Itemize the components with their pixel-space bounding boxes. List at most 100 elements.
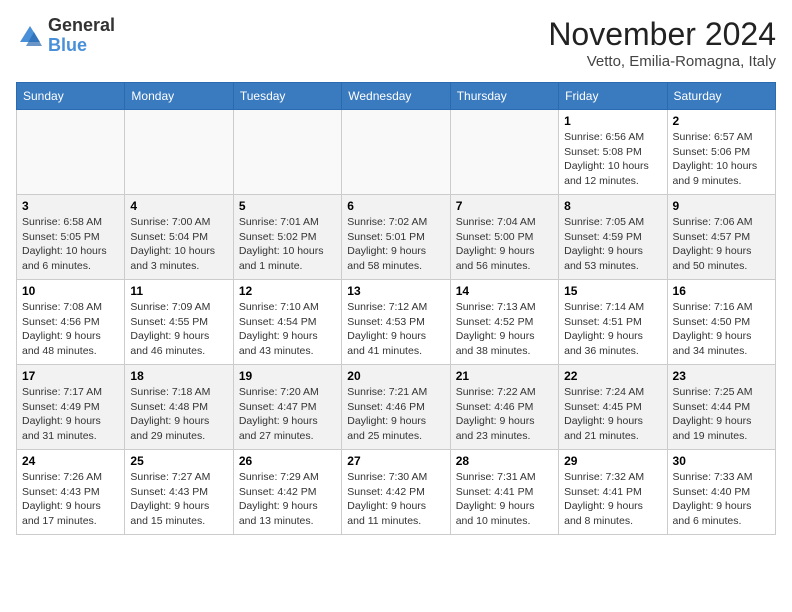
day-info: Sunrise: 7:25 AMSunset: 4:44 PMDaylight:…	[673, 385, 770, 444]
day-info: Sunrise: 7:09 AMSunset: 4:55 PMDaylight:…	[130, 300, 227, 359]
calendar-cell: 15 Sunrise: 7:14 AMSunset: 4:51 PMDayligh…	[559, 280, 667, 365]
day-number: 4	[130, 199, 227, 213]
day-number: 15	[564, 284, 661, 298]
day-info: Sunrise: 7:06 AMSunset: 4:57 PMDaylight:…	[673, 215, 770, 274]
day-info: Sunrise: 7:10 AMSunset: 4:54 PMDaylight:…	[239, 300, 336, 359]
day-number: 29	[564, 454, 661, 468]
day-number: 21	[456, 369, 553, 383]
calendar-cell: 4 Sunrise: 7:00 AMSunset: 5:04 PMDaylight…	[125, 195, 233, 280]
day-number: 23	[673, 369, 770, 383]
day-info: Sunrise: 7:24 AMSunset: 4:45 PMDaylight:…	[564, 385, 661, 444]
calendar-cell: 26 Sunrise: 7:29 AMSunset: 4:42 PMDayligh…	[233, 450, 341, 535]
weekday-header: Wednesday	[342, 83, 450, 110]
calendar-cell	[342, 110, 450, 195]
day-number: 12	[239, 284, 336, 298]
calendar-cell: 27Sunrise: 7:30 AMSunset: 4:42 PMDayligh…	[342, 450, 450, 535]
calendar-cell: 2Sunrise: 6:57 AMSunset: 5:06 PMDaylight…	[667, 110, 775, 195]
logo-icon	[16, 22, 44, 50]
day-number: 2	[673, 114, 770, 128]
day-number: 25	[130, 454, 227, 468]
day-number: 18	[130, 369, 227, 383]
day-info: Sunrise: 7:32 AMSunset: 4:41 PMDaylight:…	[564, 470, 661, 529]
day-number: 13	[347, 284, 444, 298]
calendar-cell: 23 Sunrise: 7:25 AMSunset: 4:44 PMDayligh…	[667, 365, 775, 450]
day-number: 3	[22, 199, 119, 213]
day-info: Sunrise: 7:13 AMSunset: 4:52 PMDaylight:…	[456, 300, 553, 359]
day-info: Sunrise: 6:58 AMSunset: 5:05 PMDaylight:…	[22, 215, 119, 274]
calendar-table: SundayMondayTuesdayWednesdayThursdayFrid…	[16, 82, 776, 535]
calendar-cell: 29 Sunrise: 7:32 AMSunset: 4:41 PMDayligh…	[559, 450, 667, 535]
day-info: Sunrise: 7:02 AMSunset: 5:01 PMDaylight:…	[347, 215, 444, 274]
day-number: 7	[456, 199, 553, 213]
day-info: Sunrise: 7:27 AMSunset: 4:43 PMDaylight:…	[130, 470, 227, 529]
title-block: November 2024 Vetto, Emilia-Romagna, Ita…	[548, 16, 776, 70]
day-number: 10	[22, 284, 119, 298]
calendar-cell: 10 Sunrise: 7:08 AMSunset: 4:56 PMDayligh…	[17, 280, 125, 365]
calendar-cell: 14 Sunrise: 7:13 AMSunset: 4:52 PMDayligh…	[450, 280, 558, 365]
day-info: Sunrise: 7:22 AMSunset: 4:46 PMDaylight:…	[456, 385, 553, 444]
calendar-cell: 12 Sunrise: 7:10 AMSunset: 4:54 PMDayligh…	[233, 280, 341, 365]
day-number: 19	[239, 369, 336, 383]
calendar-week-row: 3 Sunrise: 6:58 AMSunset: 5:05 PMDaylight…	[17, 195, 776, 280]
calendar-cell: 8Sunrise: 7:05 AMSunset: 4:59 PMDaylight…	[559, 195, 667, 280]
calendar-cell: 22 Sunrise: 7:24 AMSunset: 4:45 PMDayligh…	[559, 365, 667, 450]
weekday-header: Friday	[559, 83, 667, 110]
location: Vetto, Emilia-Romagna, Italy	[548, 53, 776, 70]
calendar-cell: 16 Sunrise: 7:16 AMSunset: 4:50 PMDayligh…	[667, 280, 775, 365]
calendar-cell: 18Sunrise: 7:18 AMSunset: 4:48 PMDayligh…	[125, 365, 233, 450]
day-number: 5	[239, 199, 336, 213]
day-info: Sunrise: 7:17 AMSunset: 4:49 PMDaylight:…	[22, 385, 119, 444]
calendar-cell: 3 Sunrise: 6:58 AMSunset: 5:05 PMDaylight…	[17, 195, 125, 280]
day-info: Sunrise: 7:00 AMSunset: 5:04 PMDaylight:…	[130, 215, 227, 274]
day-number: 14	[456, 284, 553, 298]
weekday-header: Monday	[125, 83, 233, 110]
weekday-header: Sunday	[17, 83, 125, 110]
day-info: Sunrise: 7:01 AMSunset: 5:02 PMDaylight:…	[239, 215, 336, 274]
day-info: Sunrise: 7:14 AMSunset: 4:51 PMDaylight:…	[564, 300, 661, 359]
day-info: Sunrise: 7:31 AMSunset: 4:41 PMDaylight:…	[456, 470, 553, 529]
weekday-header: Tuesday	[233, 83, 341, 110]
calendar-cell: 24 Sunrise: 7:26 AMSunset: 4:43 PMDayligh…	[17, 450, 125, 535]
logo-text: General Blue	[48, 16, 115, 56]
day-number: 30	[673, 454, 770, 468]
month-title: November 2024	[548, 16, 776, 53]
day-info: Sunrise: 7:33 AMSunset: 4:40 PMDaylight:…	[673, 470, 770, 529]
weekday-header: Saturday	[667, 83, 775, 110]
day-number: 28	[456, 454, 553, 468]
day-info: Sunrise: 6:56 AMSunset: 5:08 PMDaylight:…	[564, 130, 661, 189]
page-header: General Blue November 2024 Vetto, Emilia…	[16, 16, 776, 70]
weekday-header: Thursday	[450, 83, 558, 110]
day-number: 26	[239, 454, 336, 468]
day-number: 24	[22, 454, 119, 468]
calendar-cell: 9 Sunrise: 7:06 AMSunset: 4:57 PMDaylight…	[667, 195, 775, 280]
calendar-week-row: 1Sunrise: 6:56 AMSunset: 5:08 PMDaylight…	[17, 110, 776, 195]
day-number: 22	[564, 369, 661, 383]
day-info: Sunrise: 7:29 AMSunset: 4:42 PMDaylight:…	[239, 470, 336, 529]
calendar-cell: 17 Sunrise: 7:17 AMSunset: 4:49 PMDayligh…	[17, 365, 125, 450]
calendar-cell: 28 Sunrise: 7:31 AMSunset: 4:41 PMDayligh…	[450, 450, 558, 535]
day-info: Sunrise: 7:26 AMSunset: 4:43 PMDaylight:…	[22, 470, 119, 529]
day-number: 16	[673, 284, 770, 298]
calendar-cell: 7 Sunrise: 7:04 AMSunset: 5:00 PMDaylight…	[450, 195, 558, 280]
calendar-cell	[125, 110, 233, 195]
day-info: Sunrise: 7:04 AMSunset: 5:00 PMDaylight:…	[456, 215, 553, 274]
day-info: Sunrise: 7:08 AMSunset: 4:56 PMDaylight:…	[22, 300, 119, 359]
calendar-cell: 20Sunrise: 7:21 AMSunset: 4:46 PMDayligh…	[342, 365, 450, 450]
calendar-cell	[233, 110, 341, 195]
calendar-cell	[17, 110, 125, 195]
calendar-week-row: 17 Sunrise: 7:17 AMSunset: 4:49 PMDayligh…	[17, 365, 776, 450]
day-number: 6	[347, 199, 444, 213]
calendar-cell: 21 Sunrise: 7:22 AMSunset: 4:46 PMDayligh…	[450, 365, 558, 450]
calendar-cell: 6 Sunrise: 7:02 AMSunset: 5:01 PMDaylight…	[342, 195, 450, 280]
calendar-week-row: 10 Sunrise: 7:08 AMSunset: 4:56 PMDayligh…	[17, 280, 776, 365]
calendar-cell: 13Sunrise: 7:12 AMSunset: 4:53 PMDayligh…	[342, 280, 450, 365]
day-info: Sunrise: 7:30 AMSunset: 4:42 PMDaylight:…	[347, 470, 444, 529]
calendar-cell: 25 Sunrise: 7:27 AMSunset: 4:43 PMDayligh…	[125, 450, 233, 535]
calendar-cell: 19Sunrise: 7:20 AMSunset: 4:47 PMDayligh…	[233, 365, 341, 450]
day-number: 17	[22, 369, 119, 383]
calendar-cell: 30 Sunrise: 7:33 AMSunset: 4:40 PMDayligh…	[667, 450, 775, 535]
day-number: 9	[673, 199, 770, 213]
day-info: Sunrise: 7:05 AMSunset: 4:59 PMDaylight:…	[564, 215, 661, 274]
weekday-header-row: SundayMondayTuesdayWednesdayThursdayFrid…	[17, 83, 776, 110]
day-info: Sunrise: 7:16 AMSunset: 4:50 PMDaylight:…	[673, 300, 770, 359]
